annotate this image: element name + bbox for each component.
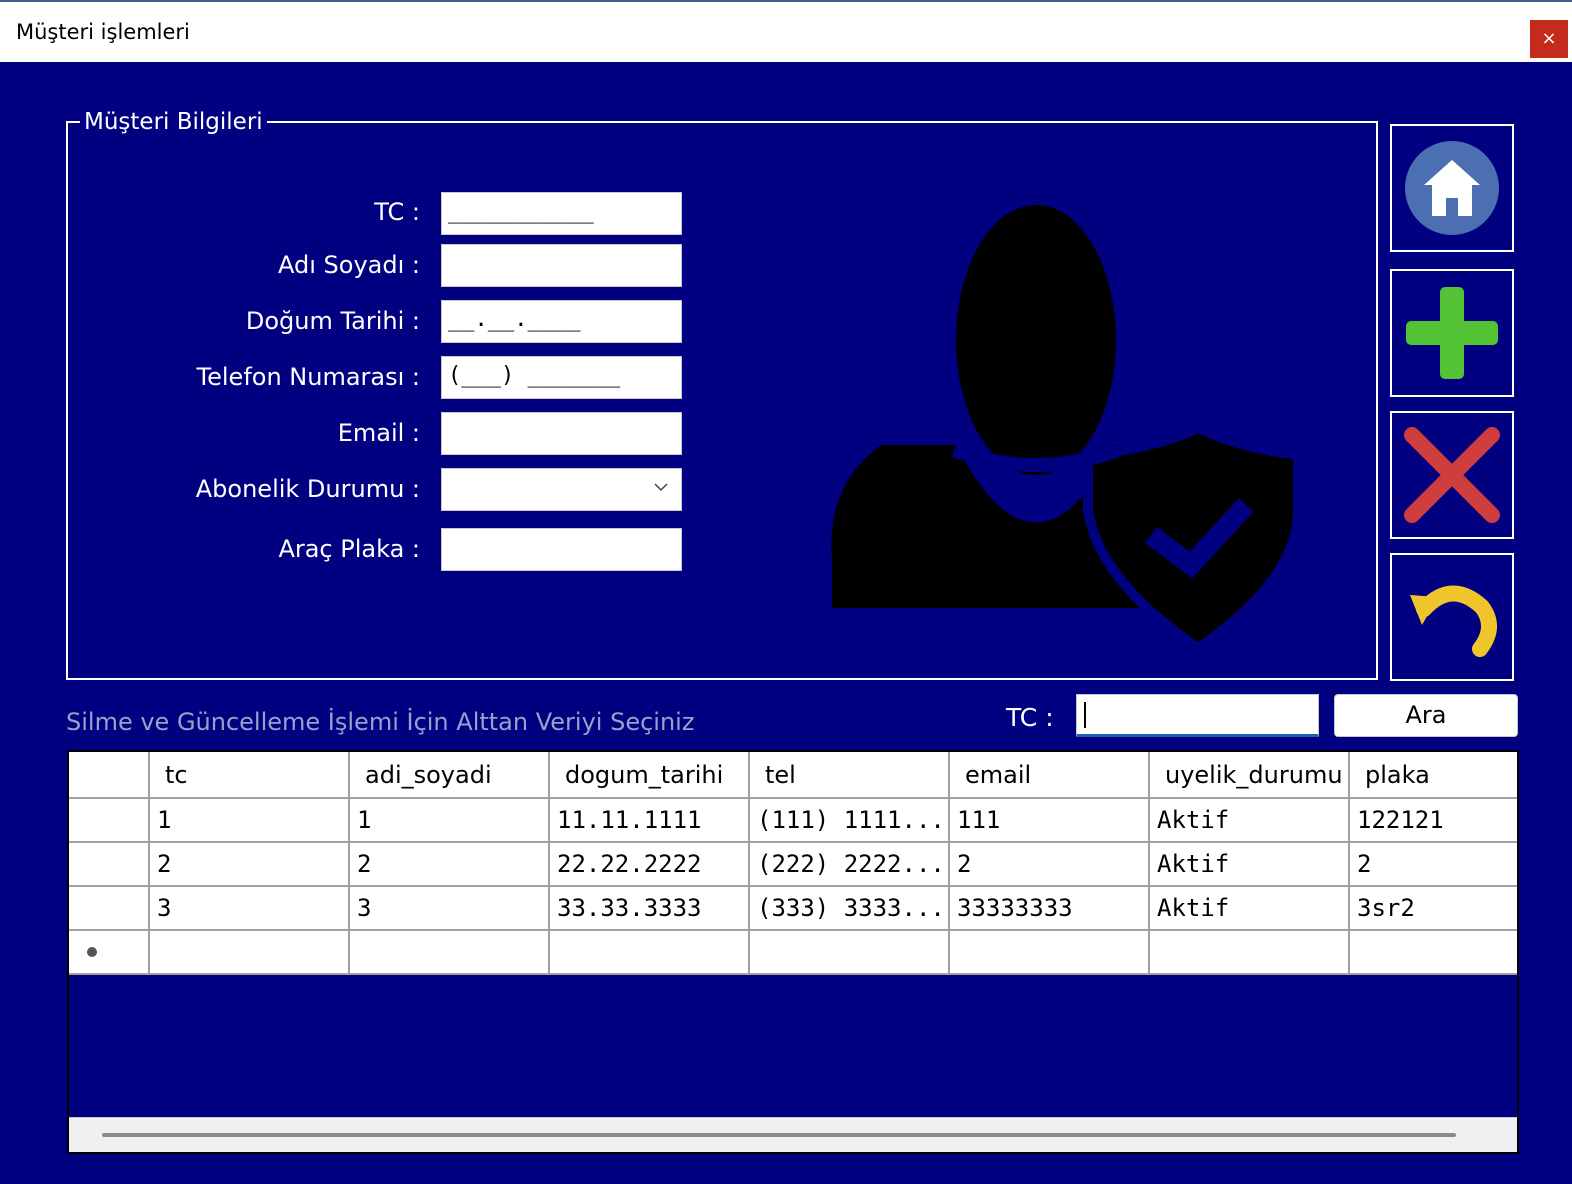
subscription-label: Abonelik Durumu : (195, 475, 420, 503)
column-header-dogum-tarihi[interactable]: dogum_tarihi (549, 752, 750, 799)
delete-icon (1404, 427, 1500, 523)
email-input[interactable] (441, 412, 682, 455)
new-cell[interactable] (749, 930, 950, 975)
new-cell[interactable] (949, 930, 1150, 975)
cell-plaka[interactable]: 122121 (1349, 798, 1517, 843)
cell-dogum-tarihi[interactable]: 11.11.1111 (549, 798, 750, 843)
grid-header-row: tc adi_soyadi dogum_tarihi tel email uye… (69, 752, 1517, 799)
cell-email[interactable]: 2 (949, 842, 1150, 887)
cell-plaka[interactable]: 2 (1349, 842, 1517, 887)
add-icon (1406, 287, 1498, 379)
title-bar: Müşteri işlemleri × (0, 0, 1572, 62)
tc-input[interactable]: ___________ (441, 192, 682, 235)
row-header[interactable] (69, 842, 150, 887)
scrollbar-thumb[interactable] (102, 1133, 1456, 1137)
table-row[interactable]: 3 3 33.33.3333 (333) 3333... 33333333 Ak… (69, 886, 1517, 931)
undo-icon (1410, 585, 1497, 657)
search-tc-label: TC : (1006, 703, 1054, 732)
column-header-uyelik-durumu[interactable]: uyelik_durumu (1149, 752, 1350, 799)
group-title: Müşteri Bilgileri (80, 108, 267, 136)
delete-button[interactable] (1390, 411, 1514, 539)
add-button[interactable] (1390, 269, 1514, 397)
new-row-star-icon (87, 947, 97, 957)
cell-email[interactable]: 111 (949, 798, 1150, 843)
cell-plaka[interactable]: 3sr2 (1349, 886, 1517, 931)
cell-adi-soyadi[interactable]: 1 (349, 798, 550, 843)
cell-email[interactable]: 33333333 (949, 886, 1150, 931)
row-header[interactable] (69, 798, 150, 843)
plate-input[interactable] (441, 528, 682, 571)
cell-tc[interactable]: 2 (149, 842, 350, 887)
column-header-plaka[interactable]: plaka (1349, 752, 1517, 799)
birthdate-label: Doğum Tarihi : (245, 307, 420, 335)
column-header-tel[interactable]: tel (749, 752, 950, 799)
horizontal-scrollbar[interactable] (69, 1117, 1517, 1152)
grid-table: tc adi_soyadi dogum_tarihi tel email uye… (69, 752, 1517, 975)
phone-label: Telefon Numarası : (196, 363, 420, 391)
cell-adi-soyadi[interactable]: 3 (349, 886, 550, 931)
new-cell[interactable] (149, 930, 350, 975)
cell-adi-soyadi[interactable]: 2 (349, 842, 550, 887)
new-cell[interactable] (549, 930, 750, 975)
text-caret (1084, 702, 1086, 728)
home-button[interactable] (1390, 124, 1514, 252)
new-row[interactable] (69, 930, 1517, 975)
new-cell[interactable] (1149, 930, 1350, 975)
column-header-email[interactable]: email (949, 752, 1150, 799)
name-label: Adı Soyadı : (278, 251, 420, 279)
subscription-select[interactable] (441, 468, 682, 511)
name-input[interactable] (441, 244, 682, 287)
window-title: Müşteri işlemleri (16, 20, 190, 44)
instruction-text: Silme ve Güncelleme İşlemi İçin Alttan V… (66, 708, 695, 736)
cell-tc[interactable]: 3 (149, 886, 350, 931)
search-button[interactable]: Ara (1334, 694, 1518, 737)
new-cell[interactable] (349, 930, 550, 975)
table-row[interactable]: 1 1 11.11.1111 (111) 1111... 111 Aktif 1… (69, 798, 1517, 843)
new-cell[interactable] (1349, 930, 1517, 975)
cell-tel[interactable]: (111) 1111... (749, 798, 950, 843)
customer-shield-icon (831, 205, 1303, 650)
home-icon (1405, 141, 1499, 235)
plate-label: Araç Plaka : (278, 535, 420, 563)
table-row[interactable]: 2 2 22.22.2222 (222) 2222... 2 Aktif 2 (69, 842, 1517, 887)
row-header[interactable] (69, 886, 150, 931)
cell-dogum-tarihi[interactable]: 22.22.2222 (549, 842, 750, 887)
cell-tel[interactable]: (222) 2222... (749, 842, 950, 887)
column-header-adi-soyadi[interactable]: adi_soyadi (349, 752, 550, 799)
search-tc-input[interactable] (1076, 694, 1319, 737)
row-header-corner[interactable] (69, 752, 150, 799)
cell-uyelik-durumu[interactable]: Aktif (1149, 842, 1350, 887)
cell-uyelik-durumu[interactable]: Aktif (1149, 798, 1350, 843)
close-button[interactable]: × (1530, 20, 1568, 58)
cell-tc[interactable]: 1 (149, 798, 350, 843)
cell-dogum-tarihi[interactable]: 33.33.3333 (549, 886, 750, 931)
column-header-tc[interactable]: tc (149, 752, 350, 799)
phone-input[interactable]: (___) _______ (441, 356, 682, 399)
cell-uyelik-durumu[interactable]: Aktif (1149, 886, 1350, 931)
birthdate-input[interactable]: __.__.____ (441, 300, 682, 343)
undo-button[interactable] (1390, 553, 1514, 681)
chevron-down-icon (654, 483, 668, 492)
email-label: Email : (337, 419, 420, 447)
customer-grid[interactable]: tc adi_soyadi dogum_tarihi tel email uye… (67, 750, 1519, 1154)
tc-label: TC : (374, 198, 420, 226)
new-row-indicator[interactable] (69, 930, 150, 975)
cell-tel[interactable]: (333) 3333... (749, 886, 950, 931)
